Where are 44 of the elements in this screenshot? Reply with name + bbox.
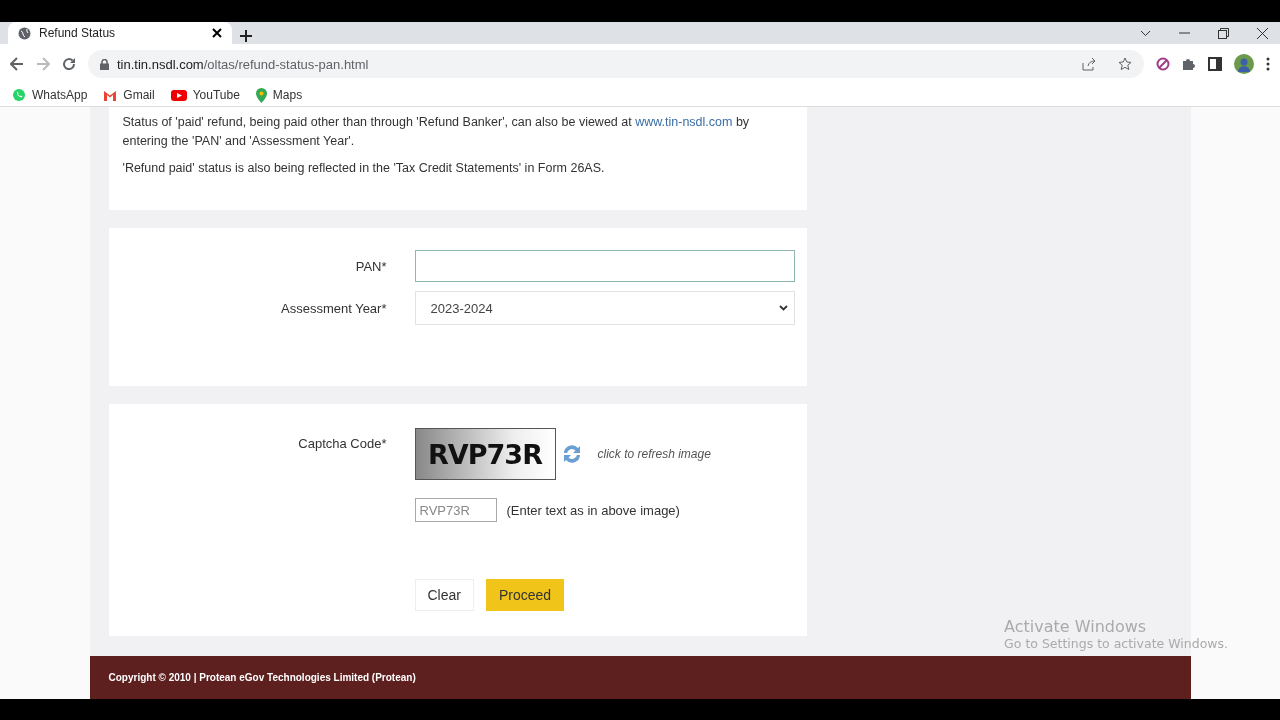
map-pin-icon [255, 87, 267, 103]
globe-icon [18, 26, 31, 40]
chevron-down-icon[interactable] [1140, 29, 1151, 37]
captcha-input-field[interactable]: RVP73R [414, 498, 497, 522]
activation-title: Activate Windows [1004, 617, 1148, 636]
restore-icon[interactable] [1218, 27, 1229, 39]
bookmark[interactable]: YouTube [170, 88, 240, 102]
puzzle-icon[interactable] [1182, 57, 1196, 71]
blocked-icon[interactable] [1156, 57, 1170, 71]
clear-button[interactable]: Clear [414, 579, 474, 611]
side-panel-icon[interactable] [1208, 57, 1222, 71]
back-arrow-icon[interactable] [10, 57, 24, 71]
captcha-label: Captcha Code* [297, 435, 387, 451]
bookmark[interactable]: Maps [255, 87, 303, 103]
website-link[interactable]: www.tin-nsdl.com [635, 115, 733, 129]
close-icon[interactable] [1257, 27, 1268, 39]
mail-icon [103, 89, 118, 101]
close-icon[interactable] [212, 28, 222, 38]
refresh-link[interactable]: click to refresh image [597, 447, 711, 461]
avatar-icon[interactable] [1234, 54, 1254, 74]
address-bar[interactable]: tin.tin.nsdl.com/oltas/refund-status-pan.html [88, 50, 1144, 78]
share-icon[interactable] [1082, 57, 1096, 71]
lock-icon [100, 58, 109, 70]
menu-icon[interactable] [1266, 57, 1270, 71]
info-paragraph: 'Refund paid' status is also being reflected in the 'Tax Credit Statements' in Form 26AS. [122, 160, 606, 177]
captcha-image: RVP73R [414, 428, 556, 480]
whatsapp-icon [12, 88, 26, 102]
copyright-text: Copyright © 2010 | Protean eGov Technologies Limited (Protean) [108, 672, 416, 683]
chevron-down-icon [778, 305, 788, 311]
activation-notice: Go to Settings to activate Windows. [1004, 636, 1228, 651]
star-icon[interactable] [1118, 57, 1132, 71]
play-icon [170, 89, 187, 101]
pan-label: PAN* [354, 258, 387, 274]
bookmark[interactable]: Gmail [103, 88, 155, 102]
info-paragraph: Status of 'paid' refund, being paid other than through 'Refund Banker', can also be viewed at www.tin-nsdl.com by entering the 'PAN' and 'Assessment Year'. [122, 114, 751, 150]
new-tab-icon[interactable] [240, 30, 252, 42]
browser-tab[interactable]: Refund Status [8, 22, 232, 44]
captcha-hint: (Enter text as in above image) [506, 502, 680, 518]
reload-icon[interactable] [62, 57, 76, 71]
assessment-year-label: Assessment Year* [280, 300, 387, 316]
bookmark[interactable]: WhatsApp [12, 88, 88, 102]
proceed-button[interactable]: Proceed [485, 579, 565, 611]
assessment-year-dropdown[interactable]: 2023-2024 [414, 291, 795, 325]
pan-input-field[interactable] [414, 250, 795, 282]
